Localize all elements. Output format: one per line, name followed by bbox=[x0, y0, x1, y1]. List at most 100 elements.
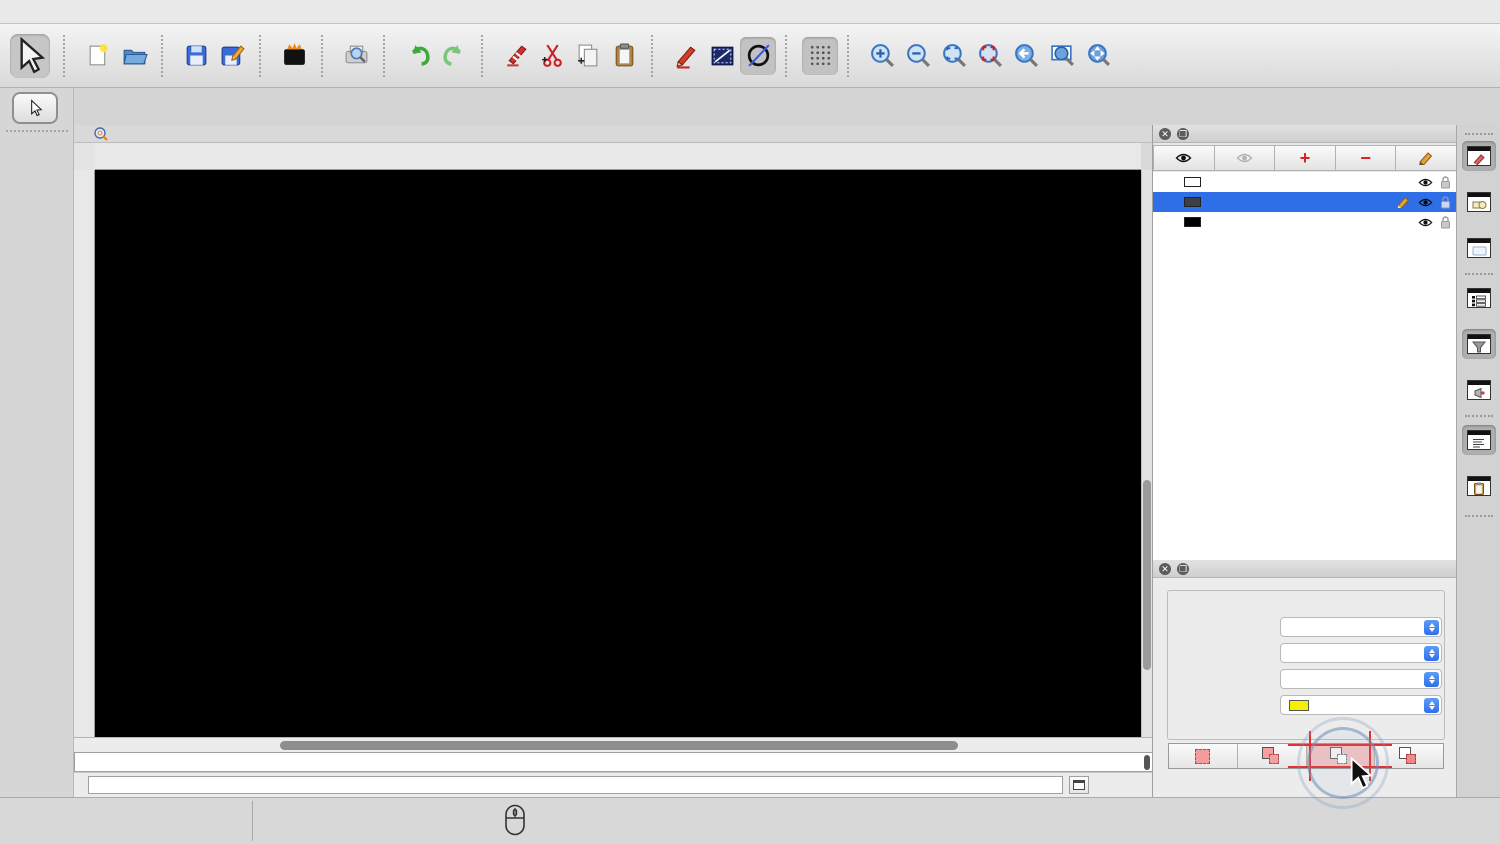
open-file-button[interactable] bbox=[116, 37, 152, 75]
zoom-in-button[interactable] bbox=[864, 37, 900, 75]
undo-button[interactable] bbox=[400, 37, 436, 75]
horizontal-scrollbar[interactable] bbox=[74, 737, 1152, 752]
float-panel-icon[interactable]: ❐ bbox=[1177, 128, 1189, 140]
selection-square-icon bbox=[1406, 754, 1416, 764]
layer-visible-icon[interactable] bbox=[1418, 197, 1433, 208]
history-scrollbar-thumb[interactable] bbox=[1144, 755, 1150, 770]
mouse-icon bbox=[504, 804, 526, 836]
layer-lock-icon[interactable] bbox=[1440, 216, 1451, 229]
add-layer-button[interactable]: + bbox=[1275, 145, 1336, 171]
new-document-button[interactable] bbox=[80, 37, 116, 75]
selection-arrow-button[interactable] bbox=[10, 34, 50, 78]
filter-value-dropdown[interactable] bbox=[1280, 695, 1442, 715]
drawing-canvas[interactable] bbox=[95, 170, 1141, 737]
modify-attributes-button[interactable] bbox=[704, 37, 740, 75]
toolbar-separator bbox=[481, 35, 491, 77]
horizontal-scrollbar-thumb[interactable] bbox=[280, 741, 958, 750]
edit-layer-button[interactable] bbox=[1396, 145, 1457, 171]
command-line-button[interactable] bbox=[1462, 425, 1496, 455]
zoom-selection-button[interactable] bbox=[972, 37, 1008, 75]
copy-button[interactable] bbox=[570, 37, 606, 75]
layer-row-0[interactable] bbox=[1153, 172, 1457, 192]
viewport-icon bbox=[1467, 380, 1491, 400]
right-panel: ✕ ❐ + − bbox=[1152, 125, 1456, 797]
layer-toolbar: + − bbox=[1153, 145, 1457, 171]
vertical-scrollbar[interactable] bbox=[1141, 170, 1152, 737]
redo-icon bbox=[441, 42, 468, 69]
selection-window-button[interactable] bbox=[1462, 233, 1496, 263]
select-matching-button[interactable] bbox=[1169, 744, 1238, 768]
selection-window-icon bbox=[1467, 238, 1491, 258]
save-as-button[interactable] bbox=[214, 37, 250, 75]
filter-comparison-dropdown[interactable] bbox=[1280, 669, 1442, 689]
layer-row-texto[interactable] bbox=[1153, 212, 1457, 232]
layer-edit-pencil-icon[interactable] bbox=[1396, 196, 1411, 208]
layer-lock-icon[interactable] bbox=[1440, 196, 1451, 209]
layer-panel-header: ✕ ❐ bbox=[1153, 125, 1457, 143]
delete-button[interactable] bbox=[498, 37, 534, 75]
layer-list-button[interactable] bbox=[1462, 283, 1496, 313]
filter-type-dropdown[interactable] bbox=[1280, 617, 1442, 637]
svg-export-button[interactable] bbox=[276, 37, 312, 75]
drawing-window bbox=[74, 125, 1152, 752]
stepper-icon bbox=[1424, 698, 1439, 713]
command-input[interactable] bbox=[88, 776, 1063, 794]
close-icon[interactable]: ✕ bbox=[1159, 563, 1171, 575]
pan-button[interactable] bbox=[1080, 37, 1116, 75]
auto-zoom-icon bbox=[941, 42, 968, 69]
layer-visible-icon[interactable] bbox=[1418, 217, 1433, 228]
edit-pencil-button[interactable] bbox=[668, 37, 704, 75]
status-divider bbox=[252, 801, 253, 841]
dock-separator bbox=[1465, 415, 1493, 417]
layer-visible-icon[interactable] bbox=[1418, 177, 1433, 188]
cut-button[interactable] bbox=[534, 37, 570, 75]
horizontal-ruler bbox=[95, 143, 1141, 170]
add-to-selection-button[interactable] bbox=[1238, 744, 1307, 768]
command-history bbox=[74, 752, 1152, 772]
zoom-window-button[interactable] bbox=[1044, 37, 1080, 75]
palette-separator bbox=[6, 130, 68, 132]
viewport-button[interactable] bbox=[1462, 375, 1496, 405]
auto-zoom-button[interactable] bbox=[936, 37, 972, 75]
dock-separator bbox=[1465, 515, 1493, 517]
hide-all-layers-button[interactable] bbox=[1215, 145, 1276, 171]
print-preview-button[interactable] bbox=[338, 37, 374, 75]
redo-button[interactable] bbox=[436, 37, 472, 75]
toolbar-separator bbox=[259, 35, 269, 77]
clipboard-panel-button[interactable] bbox=[1462, 471, 1496, 501]
svg-export-icon bbox=[281, 42, 308, 69]
show-all-layers-button[interactable] bbox=[1153, 145, 1215, 171]
minus-icon: − bbox=[1360, 148, 1371, 169]
app-logo-icon bbox=[94, 127, 108, 141]
draft-mode-button[interactable] bbox=[740, 37, 776, 75]
layer-list bbox=[1153, 172, 1457, 560]
selection-square-icon bbox=[1195, 749, 1210, 764]
vertical-scrollbar-thumb[interactable] bbox=[1143, 480, 1151, 670]
command-line-icon bbox=[1467, 430, 1491, 450]
select-within-button[interactable] bbox=[1307, 744, 1376, 768]
float-panel-icon[interactable]: ❐ bbox=[1177, 563, 1189, 575]
layer-row-numeros-catastrales[interactable] bbox=[1153, 192, 1457, 212]
zoom-previous-button[interactable] bbox=[1008, 37, 1044, 75]
palette-selection-button[interactable] bbox=[12, 92, 58, 124]
paste-button[interactable] bbox=[606, 37, 642, 75]
filter-characteristic-dropdown[interactable] bbox=[1280, 643, 1442, 663]
save-button[interactable] bbox=[178, 37, 214, 75]
grid-toggle-button[interactable] bbox=[802, 37, 838, 75]
cursor-arrow-icon bbox=[10, 36, 50, 76]
attributes-icon bbox=[709, 42, 736, 69]
toolbar-separator bbox=[321, 35, 331, 77]
layer-lock-icon[interactable] bbox=[1440, 176, 1451, 189]
close-icon[interactable]: ✕ bbox=[1159, 128, 1171, 140]
zoom-out-button[interactable] bbox=[900, 37, 936, 75]
clipboard-icon bbox=[1467, 476, 1491, 496]
library-browser-button[interactable] bbox=[1462, 187, 1496, 217]
selection-filter-button[interactable] bbox=[1462, 329, 1496, 359]
toolbar-separator bbox=[847, 35, 857, 77]
tool-palette bbox=[0, 88, 74, 797]
property-editor-button[interactable] bbox=[1462, 141, 1496, 171]
remove-layer-button[interactable]: − bbox=[1336, 145, 1397, 171]
selection-square-icon bbox=[1337, 754, 1347, 764]
remove-from-selection-button[interactable] bbox=[1375, 744, 1443, 768]
command-toggle-button[interactable] bbox=[1069, 776, 1089, 794]
